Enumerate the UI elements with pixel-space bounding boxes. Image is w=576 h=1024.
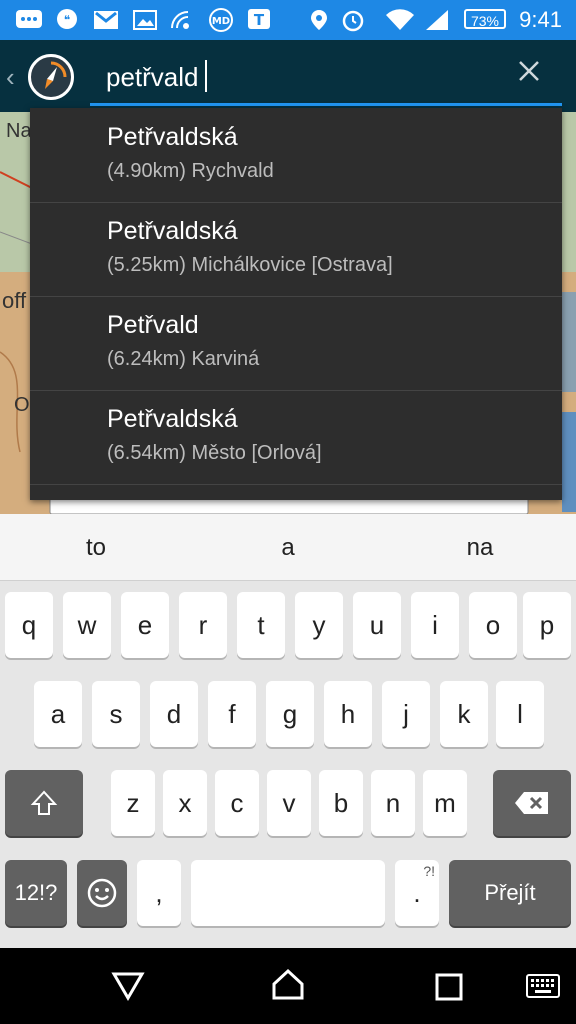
map-label: Na [6, 120, 32, 142]
word-suggestion[interactable]: a [238, 534, 338, 562]
search-input[interactable]: petřvald [90, 42, 562, 106]
wifi-icon [386, 9, 414, 31]
go-key[interactable]: Přejít [449, 860, 571, 926]
gmail-icon [94, 11, 118, 29]
keyboard-switch-icon[interactable] [526, 974, 560, 998]
key-l[interactable]: l [496, 681, 544, 747]
app-logo-icon[interactable] [28, 54, 74, 100]
key-y[interactable]: y [295, 592, 343, 658]
key-x[interactable]: x [163, 770, 207, 836]
app-bar: ‹ petřvald [0, 40, 576, 112]
navigation-bar [0, 948, 576, 1024]
status-bar: ❝ MD T 73% 9:41 [0, 0, 576, 40]
suggestion-title: Petřvaldská [107, 217, 238, 245]
suggestion-title: Petřvald [107, 311, 199, 339]
suggestion-title: Petřvaldská [107, 123, 238, 151]
back-chevron-icon[interactable]: ‹ [6, 62, 15, 93]
period-hint: ?! [423, 863, 435, 879]
key-v[interactable]: v [267, 770, 311, 836]
key-f[interactable]: f [208, 681, 256, 747]
key-u[interactable]: u [353, 592, 401, 658]
period-key[interactable]: ?! . [395, 860, 439, 926]
key-b[interactable]: b [319, 770, 363, 836]
battery-icon: 73% [464, 9, 506, 29]
comma-key[interactable]: , [137, 860, 181, 926]
suggestion-title: Petřvaldská [107, 405, 238, 433]
suggestion-subtitle: (4.90km) Rychvald [107, 160, 274, 182]
emoji-key[interactable] [77, 860, 127, 926]
search-suggestions: Petřvaldská (4.90km) Rychvald Petřvaldsk… [30, 108, 562, 500]
word-suggestion[interactable]: na [430, 534, 530, 562]
key-i[interactable]: i [411, 592, 459, 658]
key-d[interactable]: d [150, 681, 198, 747]
period-label: . [413, 878, 421, 908]
word-suggestions-bar: to a na [0, 514, 576, 581]
recent-apps-icon[interactable] [434, 972, 464, 1002]
key-e[interactable]: e [121, 592, 169, 658]
map-label: O [14, 394, 30, 416]
key-m[interactable]: m [423, 770, 467, 836]
key-n[interactable]: n [371, 770, 415, 836]
key-q[interactable]: q [5, 592, 53, 658]
suggestion-item[interactable]: Petřvaldská (5.25km) Michálkovice [Ostra… [30, 202, 562, 297]
key-o[interactable]: o [469, 592, 517, 658]
key-g[interactable]: g [266, 681, 314, 747]
compass-icon [45, 61, 67, 89]
svg-text:❝: ❝ [64, 13, 70, 27]
gallery-icon [133, 10, 157, 30]
symbols-key[interactable]: 12!? [5, 860, 67, 926]
svg-text:T: T [254, 11, 265, 29]
backspace-icon [515, 792, 548, 814]
suggestion-subtitle: (5.25km) Michálkovice [Ostrava] [107, 254, 393, 276]
shift-icon [30, 790, 58, 815]
key-t[interactable]: t [237, 592, 285, 658]
suggestion-item[interactable]: Petřvaldská (4.90km) Rychvald [30, 108, 562, 203]
backspace-key[interactable] [493, 770, 571, 836]
signal-icon [426, 10, 448, 30]
messages-icon [16, 10, 42, 28]
key-j[interactable]: j [382, 681, 430, 747]
close-icon[interactable] [514, 56, 544, 86]
t-app-icon: T [248, 9, 270, 29]
suggestion-subtitle: (6.54km) Město [Orlová] [107, 442, 322, 464]
home-icon[interactable] [270, 966, 306, 1002]
key-p[interactable]: p [523, 592, 571, 658]
location-icon [311, 10, 327, 30]
suggestion-subtitle: (6.24km) Karviná [107, 348, 260, 370]
text-cursor [204, 60, 207, 92]
wifi-calling-icon [171, 11, 189, 29]
key-r[interactable]: r [179, 592, 227, 658]
hangouts-icon: ❝ [57, 9, 77, 29]
shift-key[interactable] [5, 770, 83, 836]
key-k[interactable]: k [440, 681, 488, 747]
key-a[interactable]: a [34, 681, 82, 747]
search-query: petřvald [106, 62, 199, 92]
emoji-icon [87, 878, 117, 908]
clock: 9:41 [519, 7, 562, 32]
back-icon[interactable] [110, 968, 146, 1004]
md-icon: MD [209, 8, 233, 32]
word-suggestion[interactable]: to [46, 534, 146, 562]
keyboard: to a na q w e r t y u i o p a s d f g h … [0, 514, 576, 948]
map-label: off [2, 288, 27, 313]
svg-text:MD: MD [212, 16, 230, 27]
space-key[interactable] [191, 860, 385, 926]
key-c[interactable]: c [215, 770, 259, 836]
alarm-icon [342, 10, 364, 32]
key-z[interactable]: z [111, 770, 155, 836]
key-w[interactable]: w [63, 592, 111, 658]
suggestion-item[interactable]: Petřvald (6.24km) Karviná [30, 296, 562, 391]
key-s[interactable]: s [92, 681, 140, 747]
key-h[interactable]: h [324, 681, 372, 747]
suggestion-item[interactable]: Petřvaldská (6.54km) Město [Orlová] [30, 390, 562, 485]
